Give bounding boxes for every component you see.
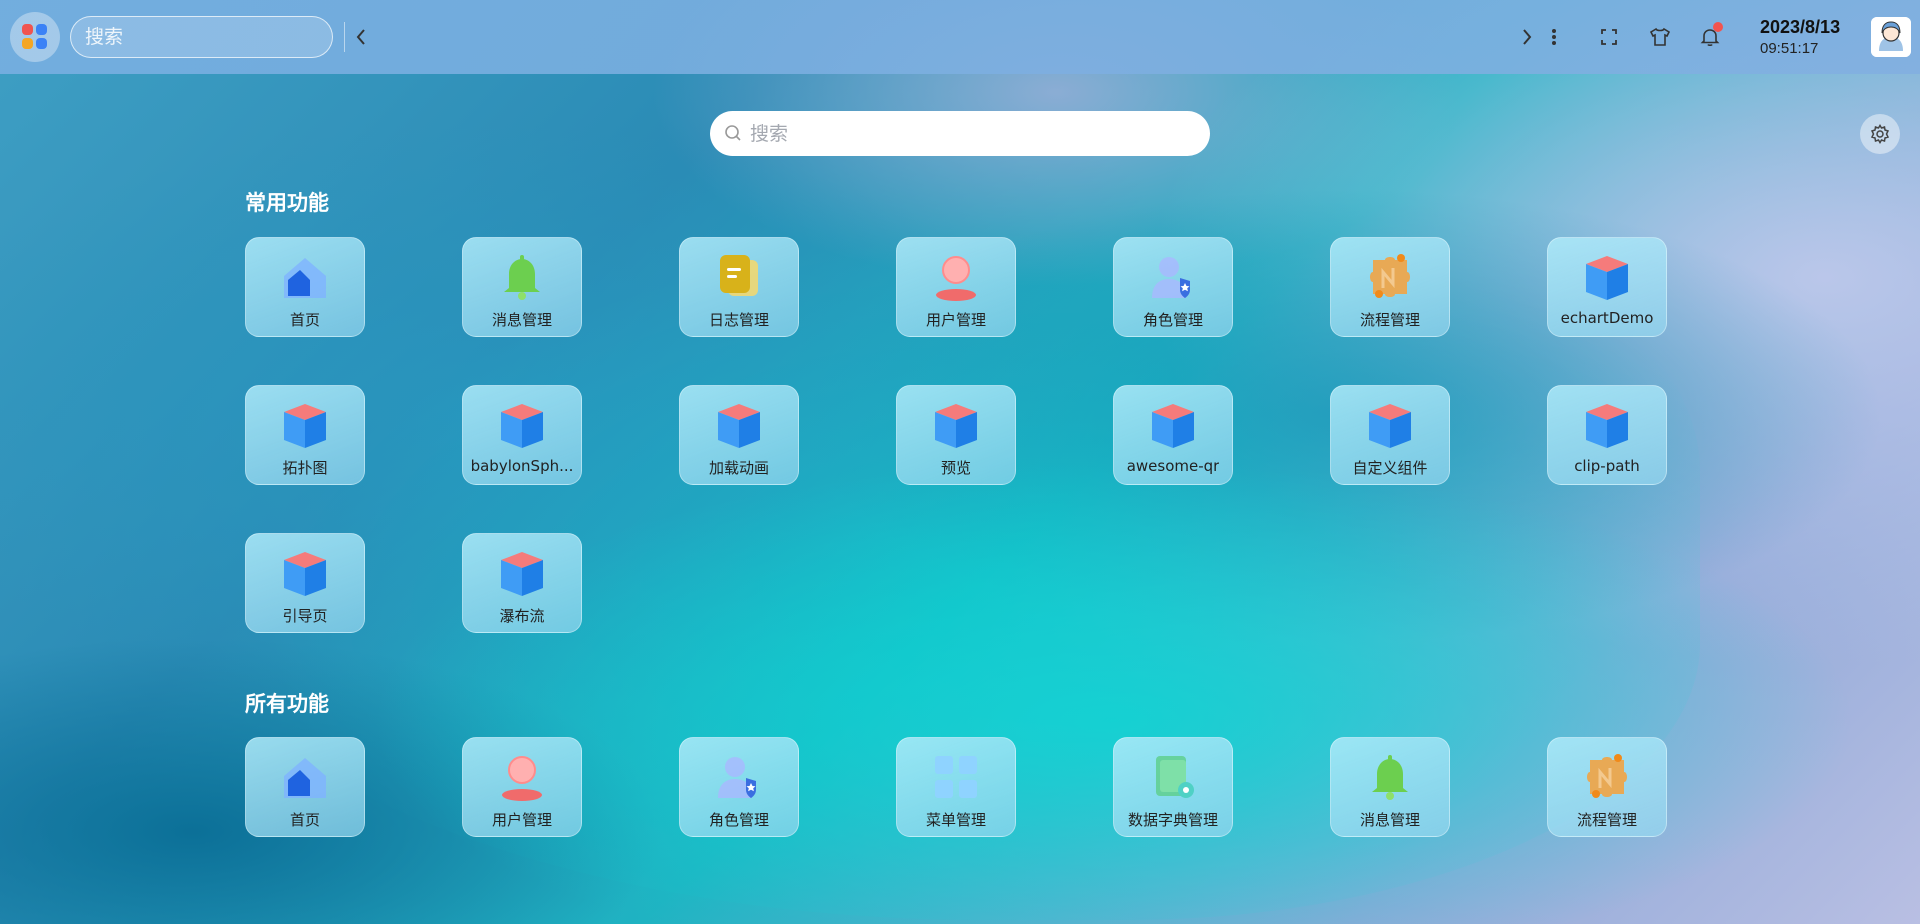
menu-grid-icon [928, 749, 984, 805]
role-icon [1145, 249, 1201, 305]
all-app-tile[interactable]: 首页 [245, 737, 365, 837]
all-app-tile[interactable]: 用户管理 [462, 737, 582, 837]
avatar[interactable] [1871, 17, 1911, 57]
cube-icon [277, 397, 333, 453]
all-app-tile[interactable]: 角色管理 [679, 737, 799, 837]
all-app-tile[interactable]: 流程管理 [1547, 737, 1667, 837]
app-tile-label: 流程管理 [1359, 311, 1420, 329]
common-app-tile[interactable]: 自定义组件 [1330, 385, 1450, 485]
more-vertical-icon [1552, 29, 1556, 45]
common-app-tile[interactable]: awesome-qr [1113, 385, 1233, 485]
app-tile-label: 拓扑图 [282, 459, 328, 477]
common-app-tile[interactable]: 首页 [245, 237, 365, 337]
common-app-tile[interactable]: 用户管理 [896, 237, 1016, 337]
app-tile-label: clip-path [1574, 457, 1640, 475]
cube-icon [1145, 397, 1201, 453]
all-app-tile[interactable]: 数据字典管理 [1113, 737, 1233, 837]
app-tile-label: 角色管理 [1142, 311, 1203, 329]
common-app-tile[interactable]: echartDemo [1547, 237, 1667, 337]
section-title-all: 所有功能 [245, 692, 329, 716]
app-tile-label: awesome-qr [1126, 457, 1220, 475]
app-tile-label: 菜单管理 [925, 811, 986, 829]
app-tile-label: 预览 [940, 459, 971, 477]
shirt-icon [1649, 27, 1671, 46]
log-icon [711, 249, 767, 305]
dictionary-icon [1145, 749, 1201, 805]
all-app-tile[interactable]: 消息管理 [1330, 737, 1450, 837]
app-tile-label: babylonSph... [470, 457, 574, 475]
common-app-tile[interactable]: clip-path [1547, 385, 1667, 485]
home-icon [277, 249, 333, 305]
cube-icon [494, 545, 550, 601]
back-button[interactable] [346, 22, 376, 52]
notification-badge [1713, 22, 1723, 32]
app-launcher-button[interactable] [10, 12, 60, 62]
app-tile-label: 首页 [289, 311, 320, 329]
app-tile-label: 消息管理 [1359, 811, 1420, 829]
fullscreen-icon [1601, 29, 1617, 45]
app-tile-label: 首页 [289, 811, 320, 829]
app-tile-label: 用户管理 [925, 311, 986, 329]
cube-icon [494, 397, 550, 453]
cube-icon [1579, 249, 1635, 305]
notifications-button[interactable] [1695, 22, 1725, 52]
cube-icon [928, 397, 984, 453]
bell-icon [494, 249, 550, 305]
app-tile-label: 角色管理 [708, 811, 769, 829]
app-tile-label: 引导页 [282, 607, 328, 625]
common-app-tile[interactable]: 预览 [896, 385, 1016, 485]
chevron-left-icon [356, 29, 365, 45]
common-app-tile[interactable]: 角色管理 [1113, 237, 1233, 337]
common-app-tile[interactable]: 拓扑图 [245, 385, 365, 485]
all-app-tile[interactable]: 菜单管理 [896, 737, 1016, 837]
app-tile-label: 日志管理 [708, 311, 769, 329]
gear-icon [1870, 124, 1890, 144]
main-search [710, 111, 1210, 156]
settings-button[interactable] [1860, 114, 1900, 154]
search-icon [725, 125, 741, 141]
clock-date: 2023/8/13 [1760, 17, 1841, 37]
common-app-tile[interactable]: 流程管理 [1330, 237, 1450, 337]
top-search-input[interactable] [70, 16, 333, 58]
flow-icon [1579, 749, 1635, 805]
cube-icon [277, 545, 333, 601]
home-icon [277, 749, 333, 805]
avatar-image [1871, 17, 1911, 57]
app-tile-label: 消息管理 [491, 311, 552, 329]
app-tile-label: 加载动画 [708, 459, 769, 477]
role-icon [711, 749, 767, 805]
user-icon [928, 249, 984, 305]
common-app-tile[interactable]: 日志管理 [679, 237, 799, 337]
app-tile-label: 数据字典管理 [1127, 811, 1218, 829]
app-tile-label: 用户管理 [491, 811, 552, 829]
more-button[interactable] [1539, 22, 1569, 52]
clock-time: 09:51:17 [1760, 40, 1819, 57]
common-app-tile[interactable]: babylonSph... [462, 385, 582, 485]
top-bar: 2023/8/13 09:51:17 [0, 0, 1920, 74]
cube-icon [1579, 397, 1635, 453]
user-icon [494, 749, 550, 805]
app-tile-label: 流程管理 [1576, 811, 1637, 829]
common-app-tile[interactable]: 引导页 [245, 533, 365, 633]
chevron-right-icon [1523, 29, 1532, 45]
topbar-divider [344, 22, 345, 52]
app-tile-label: echartDemo [1560, 309, 1654, 327]
section-title-common: 常用功能 [245, 191, 329, 215]
app-tile-label: 瀑布流 [499, 607, 545, 625]
bell-icon [1362, 749, 1418, 805]
theme-button[interactable] [1645, 22, 1675, 52]
cube-icon [711, 397, 767, 453]
common-app-tile[interactable]: 瀑布流 [462, 533, 582, 633]
fullscreen-button[interactable] [1594, 22, 1624, 52]
app-tile-label: 自定义组件 [1352, 459, 1428, 477]
flow-icon [1362, 249, 1418, 305]
cube-icon [1362, 397, 1418, 453]
main-search-input[interactable] [750, 111, 1190, 156]
forward-button[interactable] [1512, 22, 1542, 52]
common-app-tile[interactable]: 加载动画 [679, 385, 799, 485]
common-app-tile[interactable]: 消息管理 [462, 237, 582, 337]
app-grid-icon [22, 24, 47, 49]
